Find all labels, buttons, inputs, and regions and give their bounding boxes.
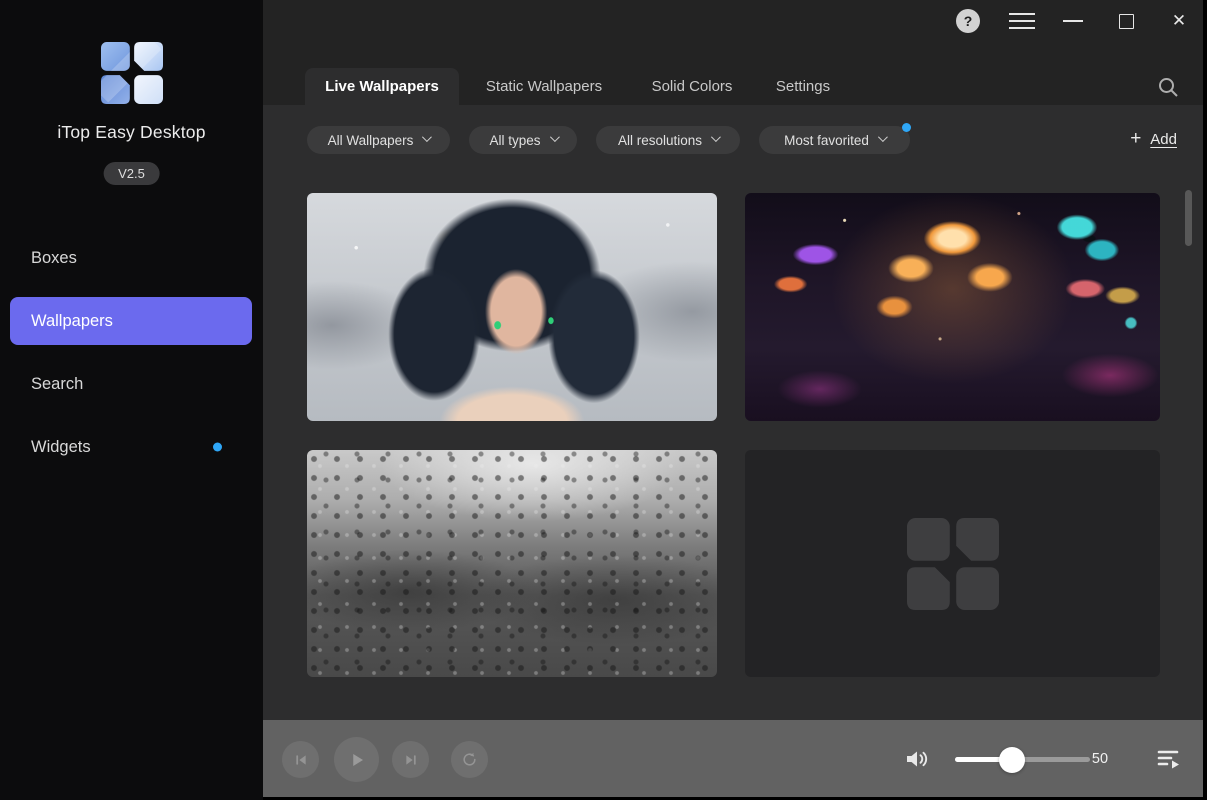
wallpaper-tile-placeholder[interactable]: [745, 450, 1160, 677]
content: All Wallpapers All types All resolutions…: [263, 105, 1203, 720]
sidebar-item-boxes[interactable]: Boxes: [10, 234, 252, 282]
sidebar-nav: Boxes Wallpapers Search Widgets: [10, 234, 252, 486]
previous-button[interactable]: [282, 741, 319, 778]
plus-icon: +: [1130, 129, 1141, 149]
next-button[interactable]: [392, 741, 429, 778]
app-logo-icon: [0, 42, 263, 109]
filter-label: All types: [489, 133, 540, 148]
sidebar-item-search[interactable]: Search: [10, 360, 252, 408]
volume-slider-thumb[interactable]: [999, 747, 1025, 773]
scrollbar[interactable]: [1185, 190, 1192, 246]
maximize-button[interactable]: [1116, 9, 1136, 33]
sidebar-item-label: Search: [31, 375, 83, 393]
filter-label: All resolutions: [618, 133, 702, 148]
wallpaper-tile-anime-girl[interactable]: [307, 193, 717, 421]
sidebar-item-label: Widgets: [31, 438, 91, 456]
help-icon[interactable]: ?: [956, 9, 980, 33]
version-badge: V2.5: [103, 162, 160, 185]
wallpaper-tile-glowing-mushrooms[interactable]: [745, 193, 1160, 421]
chevron-down-icon: [878, 132, 888, 142]
sidebar-item-widgets[interactable]: Widgets: [10, 423, 252, 471]
chevron-down-icon: [549, 132, 559, 142]
wallpaper-thumbnail: [307, 450, 717, 677]
add-wallpaper-button[interactable]: + Add: [1130, 129, 1177, 149]
filter-all-types[interactable]: All types: [469, 126, 577, 154]
filter-most-favorited[interactable]: Most favorited: [759, 126, 910, 154]
minimize-button[interactable]: [1062, 9, 1084, 33]
chevron-down-icon: [422, 132, 432, 142]
main-area: ? ✕ Live Wallpapers Static Wallpapers So…: [263, 0, 1203, 797]
chevron-down-icon: [711, 132, 721, 142]
tab-solid-colors[interactable]: Solid Colors: [629, 68, 755, 105]
placeholder-logo-icon: [907, 518, 999, 610]
sidebar-item-label: Boxes: [31, 249, 77, 267]
filter-row: All Wallpapers All types All resolutions…: [307, 126, 910, 154]
playlist-icon[interactable]: [1156, 748, 1182, 770]
wallpaper-thumbnail: [307, 193, 717, 421]
volume-value: 50: [1085, 751, 1115, 767]
filter-all-resolutions[interactable]: All resolutions: [596, 126, 740, 154]
player-bar: 50: [263, 720, 1203, 797]
filter-label: All Wallpapers: [328, 133, 414, 148]
app-name: iTop Easy Desktop: [0, 122, 263, 143]
sidebar-item-label: Wallpapers: [31, 312, 113, 330]
sidebar: iTop Easy Desktop V2.5 Boxes Wallpapers …: [0, 0, 263, 800]
repeat-button[interactable]: [451, 741, 488, 778]
notification-dot: [902, 123, 911, 132]
filter-label: Most favorited: [784, 133, 869, 148]
sidebar-item-wallpapers[interactable]: Wallpapers: [10, 297, 252, 345]
close-button[interactable]: ✕: [1168, 9, 1190, 33]
add-label: Add: [1150, 131, 1177, 148]
tab-settings[interactable]: Settings: [755, 68, 851, 105]
menu-icon[interactable]: [1009, 9, 1035, 33]
filter-all-wallpapers[interactable]: All Wallpapers: [307, 126, 450, 154]
play-button[interactable]: [334, 737, 379, 782]
tab-live-wallpapers[interactable]: Live Wallpapers: [305, 68, 459, 105]
wallpaper-tile-rain-on-glass[interactable]: [307, 450, 717, 677]
search-icon[interactable]: [1157, 76, 1179, 98]
volume-slider[interactable]: [955, 757, 1090, 762]
volume-icon[interactable]: [904, 747, 931, 771]
notification-dot: [213, 443, 222, 452]
tab-static-wallpapers[interactable]: Static Wallpapers: [459, 68, 629, 105]
wallpaper-thumbnail: [745, 193, 1160, 421]
header: ? ✕ Live Wallpapers Static Wallpapers So…: [263, 0, 1203, 105]
